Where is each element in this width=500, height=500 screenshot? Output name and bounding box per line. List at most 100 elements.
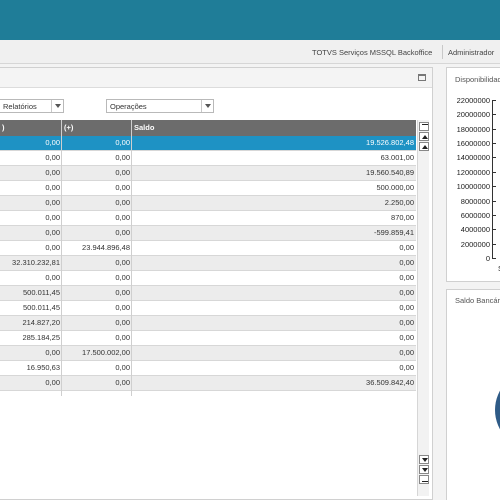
table-row[interactable]: 0,00 0,00 19.526.802,48 [0, 136, 416, 151]
availability-chart-panel: Disponibilidad 22000000 20000000 18000000 1… [446, 67, 500, 282]
user-menu[interactable]: Administrador [448, 48, 494, 57]
scroll-page-up-button[interactable] [419, 132, 429, 141]
y-tick-label: 18000000 [456, 124, 490, 134]
chevron-down-icon[interactable] [201, 100, 213, 112]
y-tick-label: 0 [485, 254, 490, 263]
table-cell: 0,00 [115, 228, 130, 237]
table-cell: 0,00 [115, 153, 130, 162]
scroll-page-down-button[interactable] [419, 465, 429, 474]
column-header[interactable]: ) [2, 123, 5, 132]
y-axis [492, 100, 493, 258]
table-cell: 0,00 [399, 273, 414, 282]
table-row[interactable]: 0,00 0,00 0,00 [0, 271, 416, 286]
info-bar: TOTVS Serviços MSSQL Backoffice Administ… [0, 40, 500, 64]
table-row[interactable]: 214.827,20 0,00 0,00 [0, 316, 416, 331]
table-cell: 0,00 [45, 228, 60, 237]
y-tick-label: 22000000 [456, 96, 490, 105]
y-tick-label: 20000000 [456, 110, 490, 120]
reports-select-value: Relatórios [3, 102, 37, 111]
bank-balance-panel: Saldo Bancár [446, 289, 500, 500]
y-tick-label: 8000000 [460, 196, 490, 206]
divider [442, 45, 443, 59]
table-row[interactable]: 285.184,25 0,00 0,00 [0, 331, 416, 346]
balances-grid: ) (+) Saldo 0,00 0,00 19.526.802,48 0,00 0,0… [0, 120, 416, 391]
table-cell: 0,00 [45, 138, 60, 147]
table-cell: 870,00 [391, 213, 414, 222]
scroll-up-button[interactable] [419, 142, 429, 151]
table-row[interactable]: 0,00 0,00 63.001,00 [0, 151, 416, 166]
app-topbar [0, 0, 500, 40]
grid-body: 0,00 0,00 19.526.802,48 0,00 0,00 63.001,00 0,… [0, 136, 416, 391]
table-cell: 0,00 [45, 348, 60, 357]
table-cell: 0,00 [399, 363, 414, 372]
scroll-last-button[interactable] [419, 475, 429, 484]
operations-select-value: Operações [110, 102, 147, 111]
table-cell: 0,00 [45, 168, 60, 177]
table-row[interactable]: 0,00 0,00 -599.859,41 [0, 226, 416, 241]
table-cell: 0,00 [115, 288, 130, 297]
table-cell: 0,00 [45, 183, 60, 192]
chart-title: Disponibilidad [455, 75, 500, 84]
table-cell: 285.184,25 [22, 333, 60, 342]
table-cell: 0,00 [45, 153, 60, 162]
table-cell: 0,00 [45, 378, 60, 387]
table-cell: 0,00 [399, 333, 414, 342]
table-cell: 0,00 [115, 168, 130, 177]
table-cell: 500.011,45 [23, 303, 60, 312]
table-row[interactable]: 0,00 0,00 500.000,00 [0, 181, 416, 196]
table-row[interactable]: 0,00 17.500.002,00 0,00 [0, 346, 416, 361]
chevron-down-icon[interactable] [51, 100, 63, 112]
scroll-down-button[interactable] [419, 455, 429, 464]
table-cell: 0,00 [115, 363, 130, 372]
table-cell: 500.000,00 [376, 183, 414, 192]
table-row[interactable]: 500.011,45 0,00 0,00 [0, 286, 416, 301]
table-cell: 0,00 [115, 303, 130, 312]
table-cell: 0,00 [399, 348, 414, 357]
table-row[interactable]: 32.310.232,81 0,00 0,00 [0, 256, 416, 271]
table-cell: 16.950,63 [26, 363, 60, 372]
table-cell: 0,00 [115, 273, 130, 282]
table-cell: 0,00 [115, 318, 130, 327]
y-tick-label: 2000000 [460, 239, 490, 249]
table-row[interactable]: 0,00 0,00 36.509.842,40 [0, 376, 416, 391]
table-cell: 36.509.842,40 [366, 378, 414, 387]
panel-header [0, 68, 432, 88]
grid-header: ) (+) Saldo [0, 120, 416, 136]
table-cell: 500.011,45 [23, 288, 60, 297]
window-restore-icon[interactable] [418, 74, 426, 81]
table-row[interactable]: 0,00 0,00 2.250,00 [0, 196, 416, 211]
table-cell: 63.001,00 [380, 153, 414, 162]
table-cell: 19.560.540,89 [366, 168, 414, 177]
scroll-first-button[interactable] [419, 122, 429, 131]
table-row[interactable]: 16.950,63 0,00 0,00 [0, 361, 416, 376]
table-cell: 0,00 [45, 198, 60, 207]
y-tick-label: 4000000 [460, 225, 490, 235]
table-cell: 0,00 [115, 138, 130, 147]
reports-select[interactable]: Relatórios [0, 99, 64, 113]
column-header[interactable]: Saldo [134, 123, 154, 132]
y-tick-mark [492, 258, 496, 259]
table-row[interactable]: 0,00 23.944.896,48 0,00 [0, 241, 416, 256]
table-cell: 17.500.002,00 [82, 348, 130, 357]
y-tick-label: 14000000 [456, 153, 490, 163]
pie-slice[interactable] [495, 370, 500, 450]
table-cell: 0,00 [399, 258, 414, 267]
table-cell: 0,00 [45, 243, 60, 252]
table-cell: 0,00 [45, 273, 60, 282]
y-tick-label: 16000000 [456, 139, 490, 149]
table-cell: 0,00 [399, 288, 414, 297]
table-cell: 0,00 [115, 213, 130, 222]
table-cell: 0,00 [115, 333, 130, 342]
table-cell: 0,00 [45, 213, 60, 222]
table-row[interactable]: 500.011,45 0,00 0,00 [0, 301, 416, 316]
table-cell: 0,00 [115, 198, 130, 207]
column-header[interactable]: (+) [64, 123, 73, 132]
table-cell: 0,00 [115, 378, 130, 387]
operations-select[interactable]: Operações [106, 99, 214, 113]
table-cell: 19.526.802,48 [366, 138, 414, 147]
grid-scrollbar[interactable] [417, 120, 429, 496]
table-cell: 0,00 [115, 183, 130, 192]
table-row[interactable]: 0,00 0,00 19.560.540,89 [0, 166, 416, 181]
table-cell: 0,00 [115, 258, 130, 267]
table-row[interactable]: 0,00 0,00 870,00 [0, 211, 416, 226]
